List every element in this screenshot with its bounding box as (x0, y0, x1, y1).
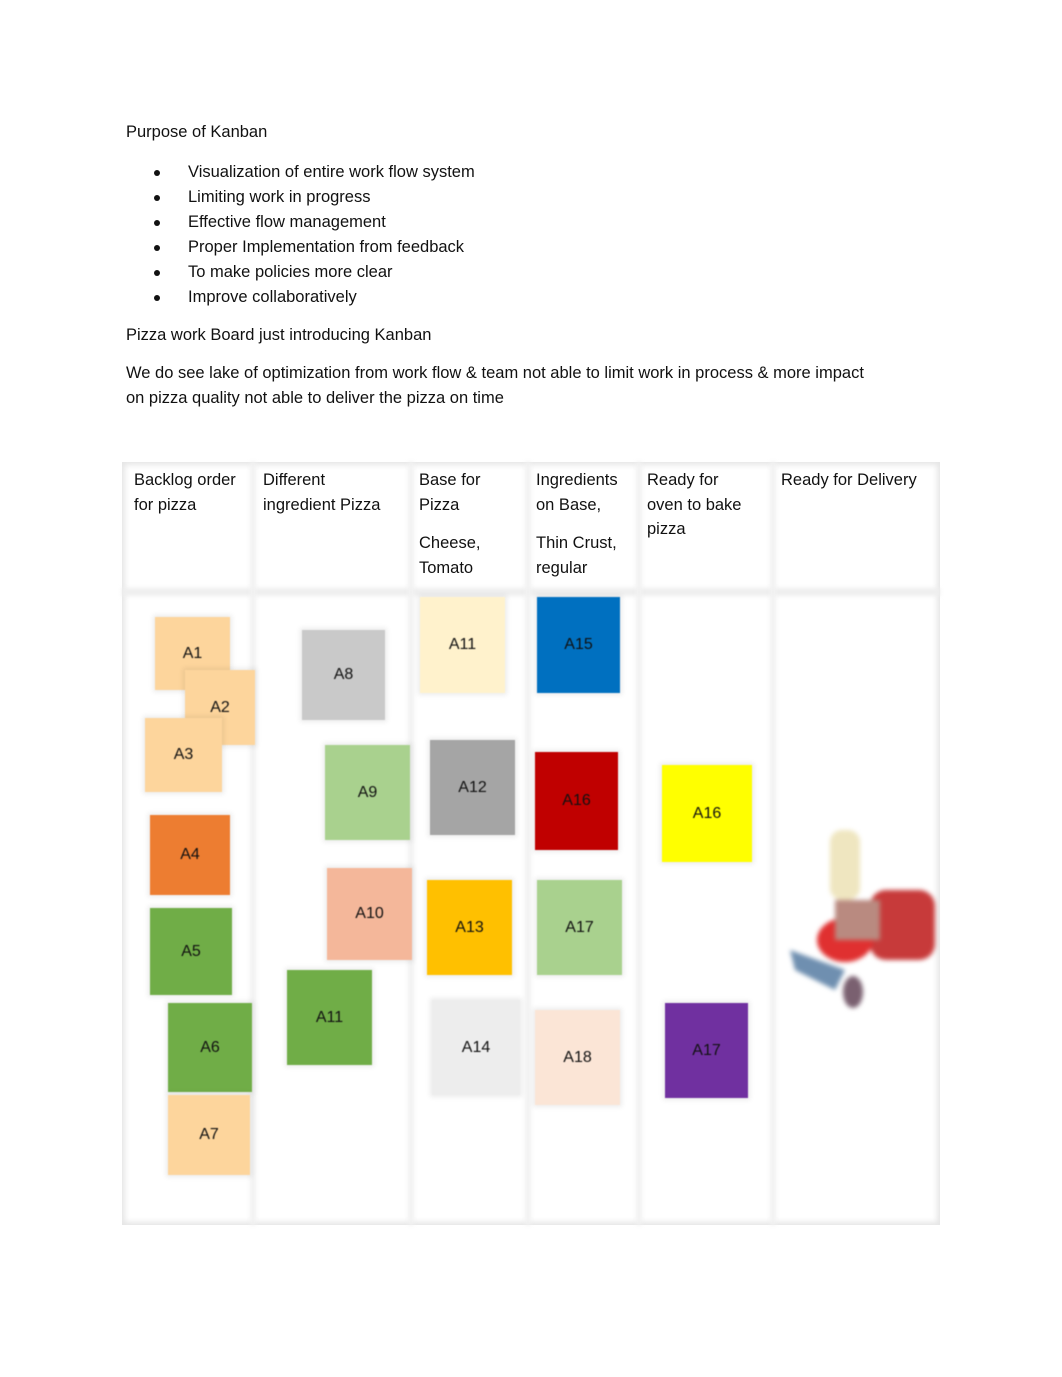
paragraph-line: We do see lake of optimization from work… (126, 364, 864, 382)
column-header-line: Ingredients (536, 471, 618, 489)
column-header-line: regular (536, 558, 588, 577)
column-header-line: Pizza (419, 495, 460, 514)
kanban-card[interactable]: A9 (325, 745, 410, 840)
card-label: A1 (182, 644, 203, 662)
kanban-card[interactable]: A7 (168, 1095, 250, 1175)
card-label: A17 (565, 918, 594, 936)
column-header-line: Ready for (647, 471, 719, 489)
column-header: Ingredients on Base, Thin Crust, regular (536, 468, 618, 580)
kanban-card[interactable]: A11 (287, 970, 372, 1065)
bullet-label: Effective flow management (188, 213, 386, 231)
card-label: A9 (357, 783, 378, 801)
kanban-card[interactable]: A10 (327, 868, 412, 960)
card-label: A6 (200, 1038, 220, 1056)
card-label: A3 (173, 746, 194, 763)
bullet-label: Visualization of entire work flow system (188, 163, 475, 181)
column-divider (408, 462, 414, 1225)
card-label: A7 (199, 1126, 219, 1143)
bullet-icon (154, 220, 160, 226)
card-label: A15 (564, 636, 593, 653)
card-label: A12 (458, 778, 487, 796)
bullet-icon (154, 170, 160, 176)
heading: Purpose of Kanban (126, 123, 268, 141)
card-label: A11 (448, 636, 477, 653)
column-header-line: for pizza (134, 495, 197, 514)
kanban-card[interactable]: A12 (430, 740, 515, 835)
bullet-label: Improve collaboratively (188, 288, 357, 306)
kanban-card[interactable]: A5 (150, 908, 232, 995)
kanban-card[interactable]: A4 (150, 815, 230, 895)
card-label: A2 (210, 698, 230, 716)
column-header: Ready for oven to bake pizza (647, 468, 742, 542)
kanban-card[interactable]: A14 (432, 1000, 520, 1095)
card-label: A11 (315, 1008, 344, 1026)
card-label: A13 (455, 918, 484, 936)
column-header: Different ingredient Pizza (263, 468, 380, 517)
kanban-card[interactable]: A17 (665, 1003, 748, 1098)
column-header-line: Different (263, 471, 326, 489)
header-divider (122, 588, 940, 596)
bullet-icon (154, 195, 160, 201)
column-header-line: pizza (647, 520, 686, 538)
column-divider (250, 462, 256, 1225)
card-label: A8 (333, 666, 354, 683)
kanban-card[interactable]: A8 (302, 630, 385, 720)
column-header-line: Thin Crust, (536, 534, 617, 552)
kanban-card[interactable]: A16 (535, 752, 618, 850)
bullet-label: Limiting work in progress (188, 188, 371, 206)
column-divider (525, 462, 531, 1225)
kanban-card[interactable]: A11 (420, 597, 505, 693)
subheading: Pizza work Board just introducing Kanban (126, 326, 432, 344)
column-header-line: ingredient Pizza (263, 495, 381, 514)
card-label: A10 (355, 905, 384, 922)
kanban-card[interactable]: A16 (662, 765, 752, 862)
column-header-line: oven to bake (647, 495, 742, 514)
column-header: Ready for Delivery (781, 468, 917, 493)
column-header-line: Ready for Delivery (781, 471, 917, 489)
column-header-line: Base for (419, 471, 481, 489)
column-header: Base for Pizza Cheese, Tomato (419, 468, 480, 580)
card-label: A14 (461, 1038, 491, 1056)
kanban-card[interactable]: A17 (537, 880, 622, 975)
column-divider (636, 462, 642, 1225)
bullet-icon (154, 295, 160, 301)
delivery-scooter-icon (790, 830, 935, 1008)
card-label: A18 (563, 1048, 592, 1066)
card-label: A16 (562, 792, 591, 809)
paragraph-line: on pizza quality not able to deliver the… (126, 389, 504, 407)
bullet-icon (154, 245, 160, 251)
column-header: Backlog order for pizza (134, 468, 236, 517)
card-label: A5 (181, 942, 201, 960)
kanban-card[interactable]: A15 (537, 597, 620, 693)
bullet-label: To make policies more clear (188, 263, 393, 281)
card-label: A17 (692, 1041, 721, 1059)
column-header-line: on Base, (536, 495, 602, 514)
bullet-label: Proper Implementation from feedback (188, 238, 465, 256)
column-header-line: Tomato (419, 558, 474, 577)
kanban-card[interactable]: A6 (168, 1003, 252, 1092)
kanban-card[interactable]: A3 (145, 718, 222, 792)
card-label: A4 (180, 846, 200, 863)
bullet-icon (154, 270, 160, 276)
column-header-line: Backlog order (134, 471, 236, 489)
card-label: A16 (692, 804, 722, 822)
document-page: Purpose of Kanban Visualization of entir… (0, 0, 1062, 1377)
kanban-card[interactable]: A18 (535, 1010, 620, 1105)
column-header-line: Cheese, (419, 534, 481, 552)
kanban-card[interactable]: A13 (427, 880, 512, 975)
